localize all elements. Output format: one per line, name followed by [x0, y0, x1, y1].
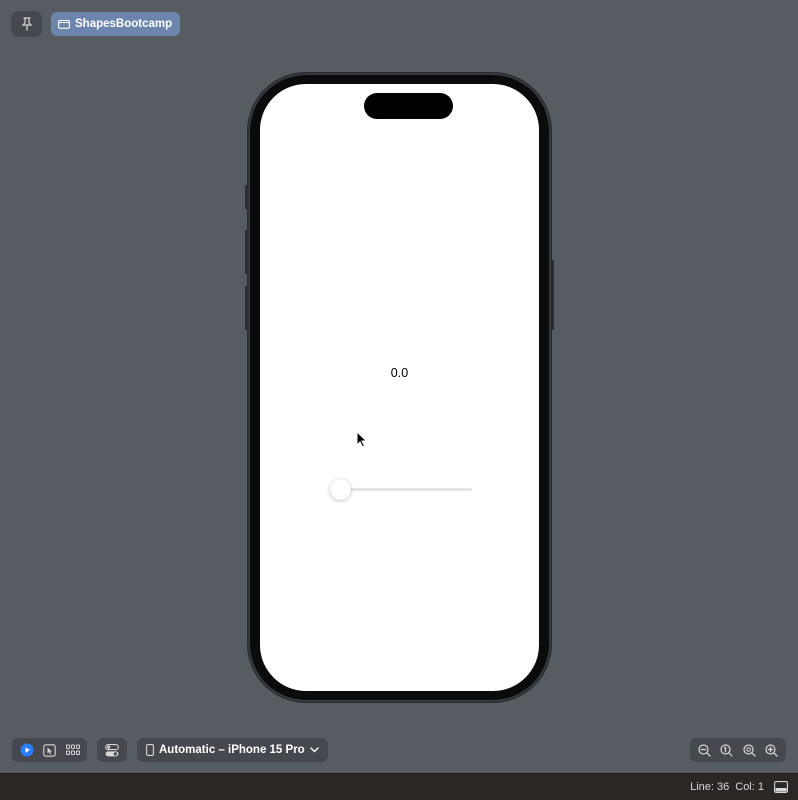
zoom-out-icon: [698, 743, 711, 757]
device-frame: 0.0: [245, 75, 554, 700]
zoom-in-button[interactable]: [763, 741, 781, 759]
pin-preview-button[interactable]: [12, 12, 41, 36]
mouse-cursor-icon: [356, 431, 368, 448]
live-preview-icon: [20, 743, 33, 757]
line-number: Line: 36: [690, 781, 730, 793]
dynamic-island: [364, 93, 453, 119]
zoom-in-icon: [765, 743, 778, 757]
device-label: Automatic – iPhone 15 Pro: [159, 744, 305, 756]
volume-up-button: [245, 230, 248, 274]
selectable-mode-button[interactable]: [41, 741, 59, 759]
zoom-actual-size-button[interactable]: [718, 741, 736, 759]
chevron-down-icon: [310, 747, 319, 753]
iphone-icon: [146, 744, 154, 756]
device-settings-button[interactable]: [97, 738, 127, 762]
cursor-position[interactable]: Line: 36 Col: 1: [690, 781, 764, 793]
slider-track[interactable]: [330, 488, 472, 491]
variants-mode-button[interactable]: [64, 741, 82, 759]
live-preview-button[interactable]: [18, 741, 36, 759]
zoom-to-fit-button[interactable]: [740, 741, 758, 759]
action-button: [245, 185, 248, 209]
device-screen: 0.0: [260, 84, 539, 691]
scheme-label: ShapesBootcamp: [75, 18, 173, 30]
zoom-controls: [690, 738, 786, 762]
slider-value-text: 0.0: [390, 366, 409, 380]
folder-icon: [58, 19, 70, 29]
zoom-actual-icon: [720, 743, 733, 757]
device-selector[interactable]: Automatic – iPhone 15 Pro: [137, 738, 328, 762]
preview-scheme-chip[interactable]: ShapesBootcamp: [51, 12, 181, 36]
selectable-icon: [43, 743, 56, 757]
zoom-fit-icon: [743, 743, 756, 757]
slider-thumb[interactable]: [330, 479, 351, 500]
zoom-out-button[interactable]: [695, 741, 713, 759]
variants-grid-icon: [65, 744, 80, 755]
value-slider[interactable]: [330, 479, 472, 500]
preview-mode-group: [12, 738, 87, 762]
volume-down-button: [245, 286, 248, 330]
column-number: Col: 1: [735, 781, 764, 793]
editor-status-bar: Line: 36 Col: 1: [0, 773, 798, 800]
power-button: [551, 260, 554, 330]
toggle-settings-icon: [105, 743, 119, 756]
toggle-debug-area-icon[interactable]: [774, 781, 788, 793]
pin-icon: [21, 17, 32, 31]
